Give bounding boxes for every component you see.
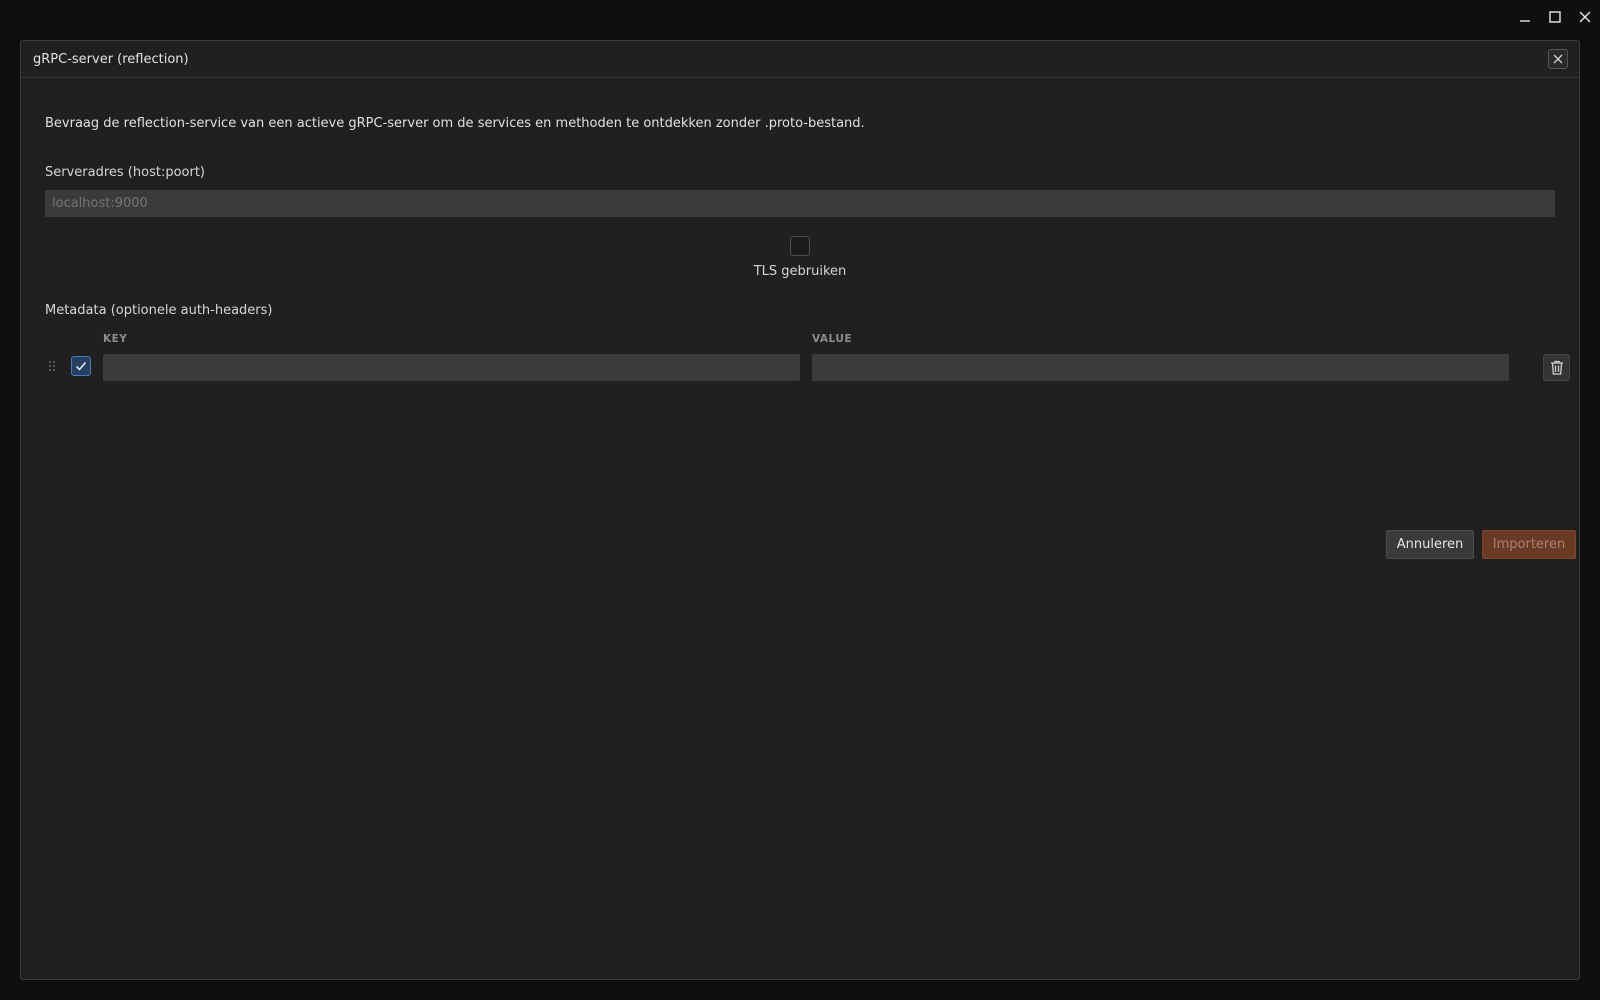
dialog-title: gRPC-server (reflection) (33, 51, 189, 67)
delete-row-button[interactable] (1543, 354, 1570, 381)
minimize-icon (1520, 20, 1530, 22)
metadata-key-input[interactable] (103, 354, 800, 381)
maximize-icon (1549, 11, 1561, 23)
server-address-label: Serveradres (host:poort) (45, 165, 205, 180)
server-address-input[interactable] (45, 190, 1555, 217)
value-column-header: VALUE (812, 333, 853, 345)
minimize-button[interactable] (1510, 0, 1540, 34)
grpc-reflection-dialog: gRPC-server (reflection) Bevraag de refl… (20, 40, 1580, 980)
tls-label: TLS gebruiken (753, 264, 847, 279)
metadata-row-enabled-checkbox[interactable] (71, 356, 91, 376)
close-icon (1579, 11, 1591, 23)
dialog-description: Bevraag de reflection-service van een ac… (45, 116, 865, 131)
maximize-button[interactable] (1540, 0, 1570, 34)
close-icon (1553, 54, 1563, 64)
key-column-header: KEY (103, 333, 128, 345)
window-controls (1510, 0, 1600, 34)
cancel-button[interactable]: Annuleren (1386, 530, 1474, 559)
dialog-header: gRPC-server (reflection) (21, 41, 1579, 78)
metadata-row (45, 353, 1570, 381)
metadata-label: Metadata (optionele auth-headers) (45, 303, 273, 318)
dialog-close-button[interactable] (1548, 49, 1568, 69)
drag-handle-icon[interactable] (49, 361, 57, 373)
checkmark-icon (75, 362, 87, 371)
tls-checkbox[interactable] (790, 236, 810, 256)
window-close-button[interactable] (1570, 0, 1600, 34)
tls-toggle-group: TLS gebruiken (45, 236, 1555, 279)
metadata-value-input[interactable] (812, 354, 1509, 381)
trash-icon (1550, 360, 1563, 375)
import-button[interactable]: Importeren (1482, 530, 1576, 559)
